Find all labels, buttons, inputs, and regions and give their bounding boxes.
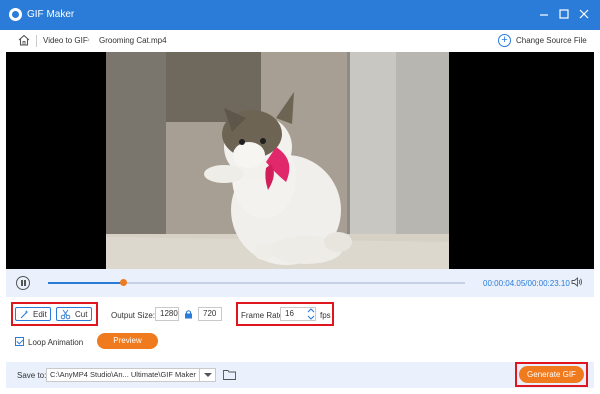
breadcrumb-file-name: Grooming Cat.mp4 — [99, 36, 167, 45]
preview-button[interactable]: Preview — [97, 333, 158, 349]
height-input[interactable]: 720 — [198, 307, 222, 321]
video-frame — [106, 52, 449, 269]
folder-icon[interactable] — [223, 369, 236, 380]
maximize-icon[interactable] — [556, 6, 572, 22]
frame-rate-stepper-icon[interactable] — [307, 307, 315, 321]
timeline-progress — [48, 282, 124, 284]
pause-icon[interactable] — [16, 276, 30, 290]
save-to-label: Save to: — [17, 371, 47, 380]
cat-video-frame — [106, 52, 449, 269]
magic-wand-icon — [19, 309, 30, 320]
cut-label: Cut — [75, 310, 88, 319]
app-logo-icon — [9, 8, 22, 21]
edit-label: Edit — [33, 310, 47, 319]
home-icon[interactable] — [17, 33, 31, 47]
fps-label: fps — [320, 311, 331, 320]
volume-icon[interactable] — [571, 276, 583, 288]
generate-gif-button[interactable]: Generate GIF — [519, 366, 584, 383]
timeline-handle[interactable] — [119, 279, 127, 286]
close-icon[interactable] — [576, 6, 592, 22]
timeline-slider[interactable] — [48, 279, 465, 286]
breadcrumb-video-to-gif[interactable]: Video to GIF — [43, 36, 88, 45]
frame-rate-label: Frame Rate: — [241, 311, 286, 320]
width-input[interactable]: 1280 — [155, 307, 179, 321]
minimize-icon[interactable] — [536, 6, 552, 22]
save-footer: Save to: C:\AnyMP4 Studio\An... Ultimate… — [6, 362, 594, 388]
lock-icon[interactable] — [184, 309, 193, 319]
edit-button[interactable]: Edit — [15, 307, 51, 321]
video-player — [6, 52, 594, 269]
frame-rate-value: 16 — [285, 309, 294, 318]
cut-button[interactable]: Cut — [56, 307, 92, 321]
plus-circle-icon: + — [498, 34, 511, 47]
current-time: 00:00:04.05 — [483, 279, 526, 288]
title-bar: GIF Maker — [0, 0, 600, 30]
change-source-label: Change Source File — [516, 36, 587, 45]
save-path-field[interactable]: C:\AnyMP4 Studio\An... Ultimate\GIF Make… — [46, 368, 200, 382]
breadcrumb: Video to GIF › Grooming Cat.mp4 + Change… — [0, 30, 600, 52]
breadcrumb-divider — [36, 35, 37, 47]
total-time: 00:00:23.10 — [527, 279, 570, 288]
scissors-icon — [60, 309, 71, 320]
output-size-label: Output Size: — [111, 311, 156, 320]
chevron-down-icon[interactable] — [200, 368, 216, 382]
loop-animation-checkbox[interactable] — [15, 337, 24, 346]
loop-animation-label: Loop Animation — [28, 338, 84, 347]
chevron-right-icon: › — [87, 35, 90, 44]
timecode: 00:00:04.05/00:00:23.10 — [483, 279, 570, 288]
playback-controls: 00:00:04.05/00:00:23.10 — [6, 269, 594, 297]
window-title: GIF Maker — [27, 9, 75, 20]
